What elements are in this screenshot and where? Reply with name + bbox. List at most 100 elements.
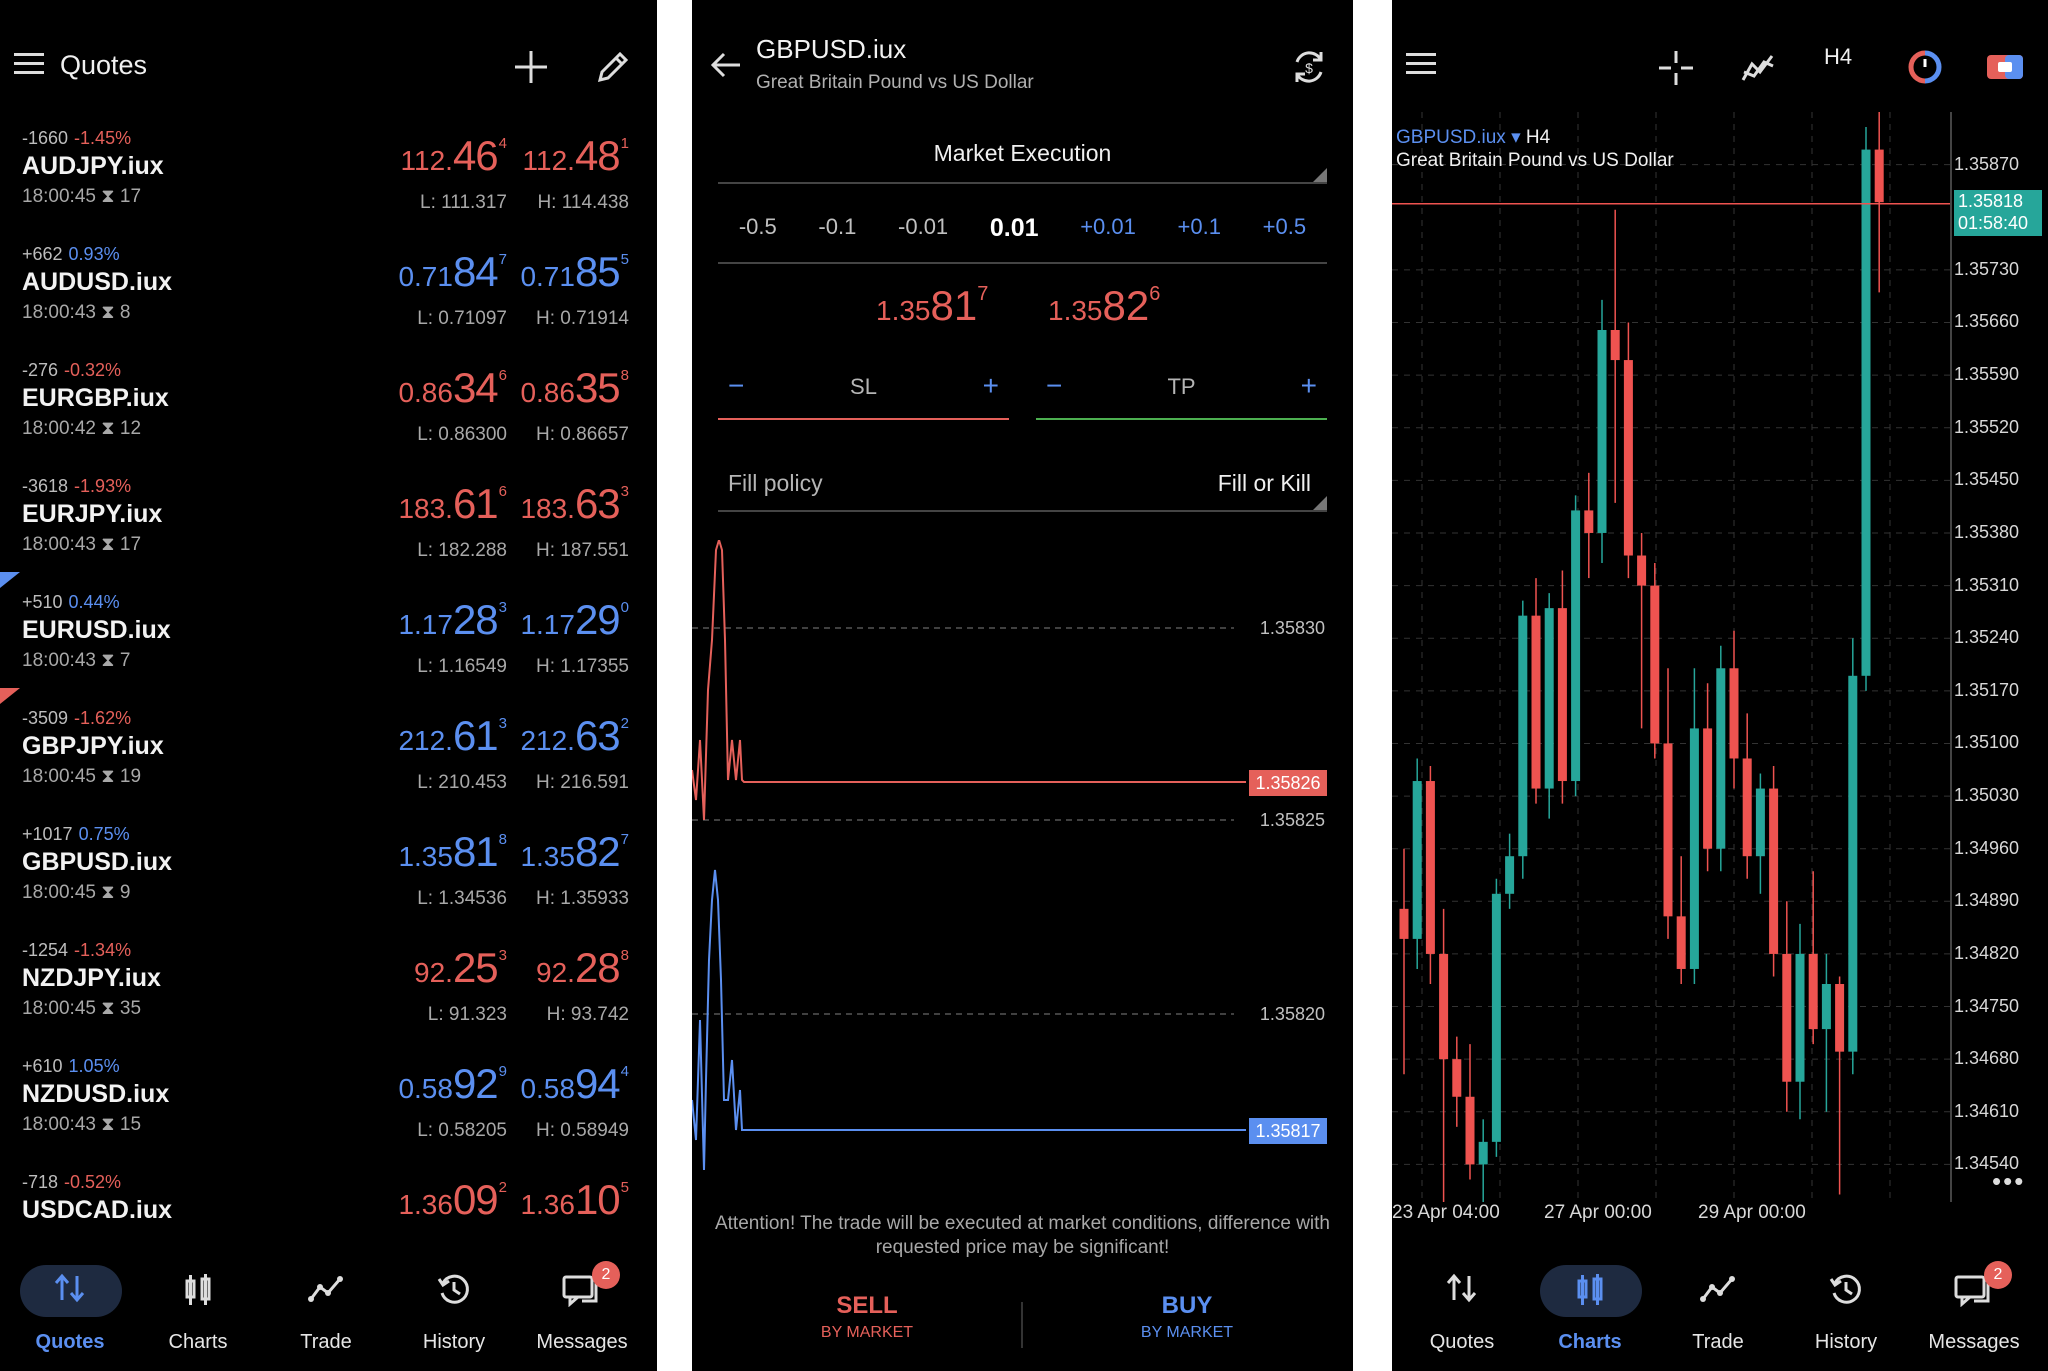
one-click-trading-icon[interactable] — [1986, 52, 2024, 82]
quote-row[interactable]: -276 -0.32% EURGBP.iux 18:00:42 ⧗ 12 0.86346… — [0, 350, 657, 466]
menu-icon[interactable] — [14, 52, 46, 76]
execution-mode-select[interactable]: Market Execution — [718, 140, 1327, 184]
candles-icon — [1526, 1273, 1654, 1307]
nav-trade[interactable]: Trade — [1654, 1251, 1782, 1371]
candle-body — [1623, 360, 1633, 556]
attention-notice: Attention! The trade will be executed at… — [714, 1213, 1331, 1258]
bid-price: 0.86346 — [398, 364, 507, 411]
candle-body — [1544, 608, 1554, 789]
price-refresh-icon[interactable]: $ — [1290, 48, 1328, 86]
quote-row[interactable]: -3509 -1.62% GBPJPY.iux 18:00:45 ⧗ 19 212.61… — [0, 698, 657, 814]
high-price: H: 216.591 — [536, 772, 629, 793]
candle-body — [1782, 953, 1792, 1082]
timeframe-button[interactable]: H4 — [1824, 44, 1852, 70]
menu-icon[interactable] — [1406, 52, 1438, 76]
price-axis-label: 1.34820 — [1954, 942, 2020, 963]
back-arrow-icon[interactable] — [710, 50, 742, 80]
quote-row[interactable]: -1660 -1.45% AUDJPY.iux 18:00:45 ⧗ 17 112.46… — [0, 118, 657, 234]
trade-panel-icon[interactable] — [1908, 50, 1942, 84]
step-plus-0-5[interactable]: +0.5 — [1263, 214, 1306, 262]
buy-by-market-button[interactable]: BUY BY MARKET — [1032, 1292, 1342, 1362]
price-axis-label: 1.35870 — [1954, 153, 2020, 174]
tp-plus-button[interactable]: + — [1301, 370, 1317, 402]
spread-icon: ⧗ — [101, 186, 115, 207]
candle-body — [1795, 953, 1805, 1082]
nav-quotes[interactable]: Quotes — [6, 1251, 134, 1371]
nav-history[interactable]: History — [1782, 1251, 1910, 1371]
quote-symbol: AUDUSD.iux — [22, 268, 173, 296]
quote-symbol: EURGBP.iux — [22, 384, 169, 412]
nav-history[interactable]: History — [390, 1251, 518, 1371]
quote-time: 18:00:43 ⧗ 17 — [22, 534, 142, 555]
step-minus-0-1[interactable]: -0.1 — [818, 214, 856, 262]
candle-body — [1742, 758, 1752, 857]
ask-price-tag: 1.35826 — [1249, 770, 1327, 796]
nav-charts[interactable]: Charts — [134, 1251, 262, 1371]
candle-body — [1755, 788, 1765, 857]
take-profit-field[interactable]: − TP + — [1036, 362, 1327, 420]
stop-loss-field[interactable]: − SL + — [718, 362, 1009, 420]
candle-body — [1769, 788, 1779, 954]
button-divider — [1021, 1302, 1023, 1348]
quote-row[interactable]: -3618 -1.93% EURJPY.iux 18:00:43 ⧗ 17 183.61… — [0, 466, 657, 582]
candle-body — [1637, 555, 1647, 586]
quotes-header: Quotes — [0, 0, 657, 130]
spread-icon: ⧗ — [101, 650, 115, 671]
spread-icon: ⧗ — [101, 534, 115, 555]
nav-trade[interactable]: Trade — [262, 1251, 390, 1371]
quote-symbol: GBPJPY.iux — [22, 732, 164, 760]
candle-body — [1491, 893, 1501, 1142]
sell-by-market-button[interactable]: SELL BY MARKET — [712, 1292, 1022, 1362]
candle-body — [1584, 510, 1594, 533]
nav-messages[interactable]: 2 Messages — [518, 1251, 646, 1371]
sl-plus-button[interactable]: + — [983, 370, 999, 402]
candle-body — [1848, 675, 1858, 1052]
quote-row[interactable]: +662 0.93% AUDUSD.iux 18:00:43 ⧗ 8 0.71847 0.… — [0, 234, 657, 350]
candle-body — [1689, 728, 1699, 969]
high-price: H: 187.551 — [536, 540, 629, 561]
candle-body — [1821, 984, 1831, 1030]
step-plus-0-01[interactable]: +0.01 — [1080, 214, 1136, 262]
low-price: L: 0.58205 — [417, 1120, 507, 1141]
more-options-icon[interactable]: ••• — [1992, 1166, 2025, 1197]
candle-body — [1729, 668, 1739, 759]
quote-row[interactable]: -1254 -1.34% NZDJPY.iux 18:00:45 ⧗ 35 92.253… — [0, 930, 657, 1046]
candle-body — [1610, 330, 1620, 361]
nav-quotes[interactable]: Quotes — [1398, 1251, 1526, 1371]
price-axis-label: 1.35170 — [1954, 679, 2020, 700]
ask-price: 1.35827 — [520, 828, 629, 875]
candle-body — [1808, 953, 1818, 1030]
add-icon[interactable] — [514, 50, 548, 84]
quote-symbol: NZDUSD.iux — [22, 1080, 170, 1108]
quote-symbol: EURJPY.iux — [22, 500, 163, 528]
step-plus-0-1[interactable]: +0.1 — [1178, 214, 1221, 262]
candle-body — [1399, 908, 1409, 939]
chart-legend-symbol: GBPUSD.iux ▾ H4 — [1396, 127, 1551, 148]
candle-body — [1425, 781, 1435, 954]
edit-pencil-icon[interactable] — [596, 50, 630, 84]
quote-change: +1017 0.75% — [22, 824, 130, 844]
bottom-nav: Quotes Charts Trade History 2 Messages — [0, 1251, 657, 1371]
candlestick-chart[interactable] — [1392, 112, 1952, 1202]
low-price: L: 1.34536 — [417, 888, 507, 909]
volume-value[interactable]: 0.01 — [990, 214, 1039, 262]
fill-policy-select[interactable]: Fill policy Fill or Kill — [718, 460, 1327, 512]
step-minus-0-5[interactable]: -0.5 — [739, 214, 777, 262]
crosshair-icon[interactable] — [1658, 50, 1694, 86]
ask-price: 1.36105 — [520, 1176, 629, 1223]
spread-icon: ⧗ — [101, 1114, 115, 1135]
quote-row[interactable]: +510 0.44% EURUSD.iux 18:00:43 ⧗ 7 1.17283 1.… — [0, 582, 657, 698]
nav-messages[interactable]: 2 Messages — [1910, 1251, 2038, 1371]
high-price: H: 1.35933 — [536, 888, 629, 909]
high-price: H: 93.742 — [546, 1004, 629, 1025]
step-minus-0-01[interactable]: -0.01 — [898, 214, 948, 262]
quote-change: -276 -0.32% — [22, 360, 122, 380]
nav-charts[interactable]: Charts — [1526, 1251, 1654, 1371]
low-price: L: 0.86300 — [417, 424, 507, 445]
quote-row[interactable]: +1017 0.75% GBPUSD.iux 18:00:45 ⧗ 9 1.35818 1… — [0, 814, 657, 930]
bid-price: 0.71847 — [398, 248, 507, 295]
quote-symbol: USDCAD.iux — [22, 1196, 173, 1224]
quote-row[interactable]: +610 1.05% NZDUSD.iux 18:00:43 ⧗ 15 0.58929 0… — [0, 1046, 657, 1162]
price-axis-border — [1950, 112, 1952, 1202]
indicators-icon[interactable] — [1740, 50, 1776, 86]
